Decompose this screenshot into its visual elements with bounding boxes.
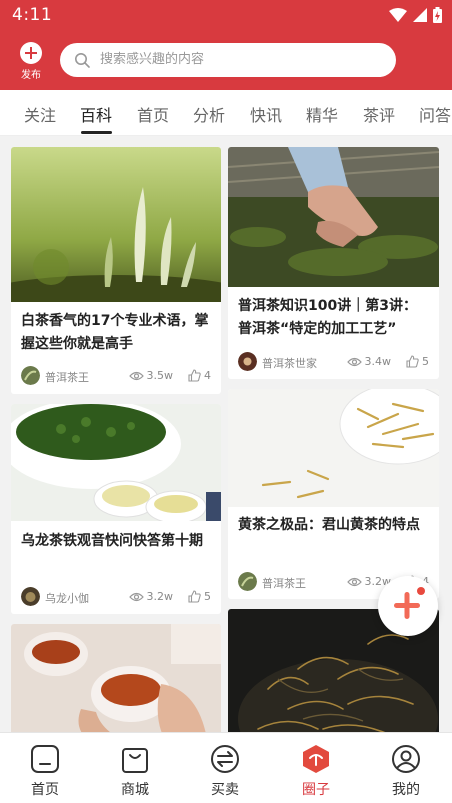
article-card[interactable]: 白茶香气的17个专业术语，掌握这些你就是高手 普洱茶王 3.5w 4: [11, 147, 221, 394]
status-icons: [389, 6, 442, 24]
like-button[interactable]: 4: [188, 369, 211, 382]
avatar: [238, 352, 257, 371]
exchange-icon: [211, 745, 239, 773]
search-placeholder: 搜索感兴趣的内容: [100, 52, 205, 67]
avatar: [238, 572, 257, 591]
view-count-value: 3.5w: [146, 369, 174, 382]
card-meta: 普洱茶世家 3.4w 5: [238, 352, 429, 372]
status-bar: 4:11: [0, 0, 452, 32]
card-title: 普洱茶知识100讲｜第3讲：普洱茶“特定的加工工艺”: [238, 298, 417, 337]
search-icon: [75, 53, 90, 68]
top-header: 4:11 发布 搜索感兴趣的内容: [0, 0, 452, 90]
plus-circle-icon: [20, 42, 42, 64]
article-feed[interactable]: 白茶香气的17个专业术语，掌握这些你就是高手 普洱茶王 3.5w 4 普洱茶知识…: [0, 137, 452, 732]
view-count-value: 3.4w: [364, 355, 392, 368]
tab-analysis[interactable]: 分析: [193, 102, 225, 126]
app-screen: 4:11 发布 搜索感兴趣的内容 关注 百科 首页 分析 快讯 精华 茶评 问答: [0, 0, 452, 803]
avatar: [21, 587, 40, 606]
card-image-tea-cups: [11, 624, 221, 732]
nav-label: 买卖: [211, 782, 239, 798]
nav-label: 圈子: [302, 782, 330, 798]
floating-add-button[interactable]: [378, 576, 438, 636]
bottom-navigation: 首页 商城 买卖 圈子 我的: [0, 732, 452, 803]
card-image-tea-processing: [228, 147, 439, 287]
like-count: 5: [422, 355, 429, 368]
like-button[interactable]: 5: [406, 355, 429, 368]
nav-home[interactable]: 首页: [15, 739, 75, 799]
thumbs-up-icon: [406, 355, 419, 368]
tab-news-flash[interactable]: 快讯: [250, 102, 282, 126]
card-image-yellow-tea: [228, 389, 439, 507]
circle-hexagon-icon: [303, 745, 329, 773]
like-button[interactable]: 5: [188, 590, 211, 603]
shopping-bag-icon: [122, 748, 148, 773]
eye-icon: [346, 357, 362, 366]
author-name: 普洱茶世家: [262, 357, 317, 370]
article-card[interactable]: [11, 624, 221, 732]
tab-encyclopedia[interactable]: 百科: [80, 102, 112, 126]
wifi-icon: [389, 8, 407, 22]
tab-tea-review[interactable]: 茶评: [363, 102, 395, 126]
status-time: 4:11: [12, 5, 53, 25]
nav-label: 商城: [121, 782, 149, 798]
card-title: 白茶香气的17个专业术语，掌握这些你就是高手: [21, 313, 209, 352]
nav-label: 首页: [31, 782, 59, 798]
nav-circle[interactable]: 圈子: [286, 739, 346, 799]
eye-icon: [128, 592, 144, 601]
signal-icon: [413, 8, 427, 22]
category-tabs: 关注 百科 首页 分析 快讯 精华 茶评 问答: [0, 90, 452, 136]
card-meta: 乌龙小伽 3.2w 5: [21, 587, 211, 607]
tab-home[interactable]: 首页: [137, 102, 169, 126]
thumbs-up-icon: [188, 369, 201, 382]
author-name: 普洱茶王: [262, 577, 306, 590]
avatar: [21, 366, 40, 385]
battery-icon: [433, 7, 442, 23]
like-count: 4: [204, 369, 211, 382]
view-count: 3.2w: [128, 590, 174, 603]
article-card[interactable]: 黄茶之极品：君山黄茶的特点 普洱茶王 3.2w 4: [228, 389, 439, 599]
card-image-oolong-tea: [11, 404, 221, 521]
author-name: 乌龙小伽: [45, 592, 89, 605]
card-title: 乌龙茶铁观音快问快答第十期: [21, 533, 203, 549]
publish-label: 发布: [21, 70, 41, 81]
home-icon: [31, 745, 59, 773]
tab-featured[interactable]: 精华: [306, 102, 338, 126]
view-count: 3.5w: [128, 369, 174, 382]
thumbs-up-icon: [188, 590, 201, 603]
article-card[interactable]: 乌龙茶铁观音快问快答第十期 乌龙小伽 3.2w 5: [11, 404, 221, 614]
card-image-white-tea-sprouts: [11, 147, 221, 302]
card-meta: 普洱茶王 3.5w 4: [21, 366, 211, 386]
eye-icon: [346, 577, 362, 586]
tab-qa[interactable]: 问答: [419, 102, 451, 126]
active-tab-indicator: [81, 131, 112, 134]
search-input[interactable]: 搜索感兴趣的内容: [60, 43, 396, 77]
eye-icon: [128, 371, 144, 380]
author-name: 普洱茶王: [45, 371, 89, 384]
view-count-value: 3.2w: [146, 590, 174, 603]
tab-follow[interactable]: 关注: [24, 102, 56, 126]
nav-label: 我的: [392, 782, 420, 798]
publish-button[interactable]: 发布: [14, 42, 48, 82]
view-count: 3.4w: [346, 355, 392, 368]
profile-icon: [392, 745, 420, 773]
nav-mall[interactable]: 商城: [105, 739, 165, 799]
article-card[interactable]: 普洱茶知识100讲｜第3讲：普洱茶“特定的加工工艺” 普洱茶世家 3.4w 5: [228, 147, 439, 379]
plus-icon: [394, 587, 425, 619]
card-title: 黄茶之极品：君山黄茶的特点: [238, 517, 420, 533]
nav-trade[interactable]: 买卖: [195, 739, 255, 799]
nav-profile[interactable]: 我的: [376, 739, 436, 799]
like-count: 5: [204, 590, 211, 603]
